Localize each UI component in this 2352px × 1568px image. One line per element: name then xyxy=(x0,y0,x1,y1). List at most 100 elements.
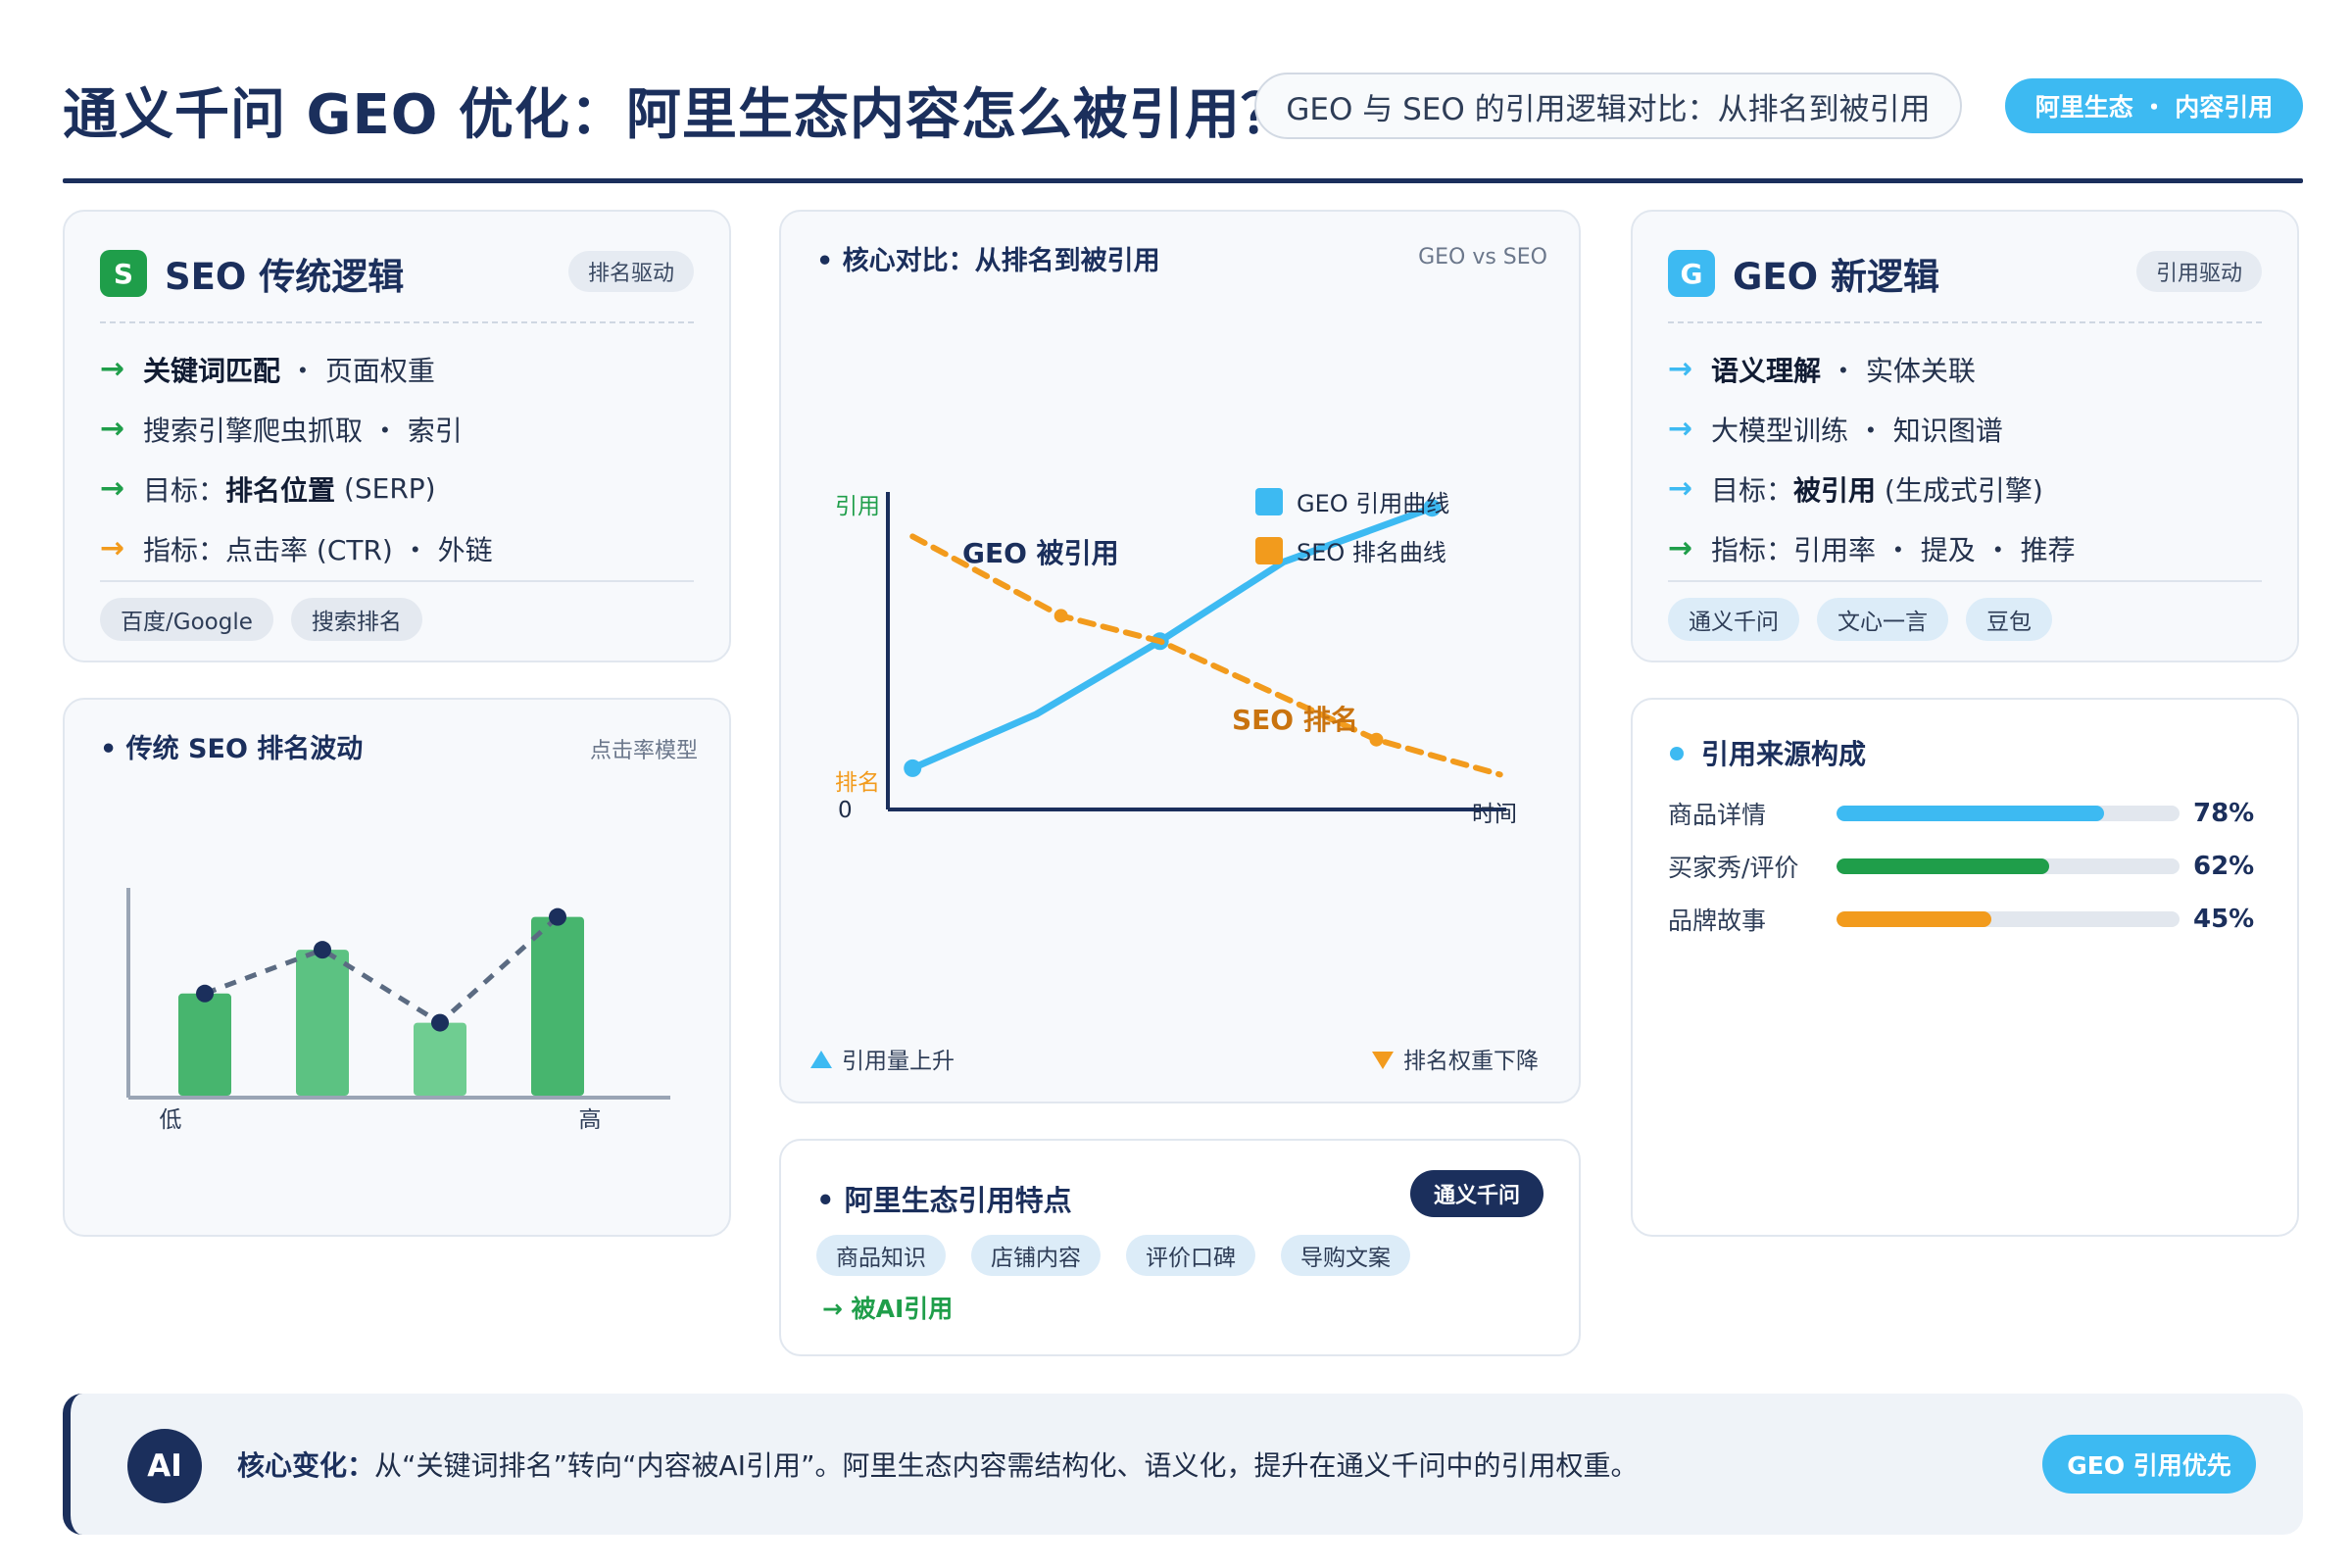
annotation-seo: SEO 排名 xyxy=(1232,704,1358,736)
ecosystem-tag[interactable]: 阿里生态 ・ 内容引用 xyxy=(2005,78,2303,133)
bullet-bold: 排名位置 xyxy=(225,473,336,507)
bullet-bold: 被引用 xyxy=(1793,473,1877,507)
seo-ranking-line xyxy=(909,533,1503,778)
bullet-prefix: 目标： xyxy=(1711,473,1794,507)
divider xyxy=(100,321,694,323)
tongyi-badge[interactable]: 通义千问 xyxy=(1409,1170,1544,1217)
tag-chip[interactable]: 百度/Google xyxy=(100,598,273,641)
compare-card: • 核心对比：从排名到被引用 GEO vs SEO 引用 排名 0 时间 GEO… xyxy=(779,210,1581,1103)
bar xyxy=(414,1022,466,1096)
bullet-text: (SERP) xyxy=(335,472,436,505)
arrow-right-icon: → xyxy=(100,412,125,446)
list-item: → 搜索引擎爬虫抓取 ・ 索引 xyxy=(100,399,493,459)
source-bar-fill xyxy=(1837,806,2104,821)
seo-bar-chart: 低 高 xyxy=(126,888,670,1133)
triangle-down-icon xyxy=(1372,1052,1394,1069)
seo-bullet-list: → 关键词匹配 ・ 页面权重 → 搜索引擎爬虫抓取 ・ 索引 → 目标： 排名位… xyxy=(100,339,493,578)
y-label-bottom: 排名 xyxy=(835,770,880,796)
data-point xyxy=(549,907,566,926)
source-bar-fill xyxy=(1837,911,1991,927)
y-label-top: 引用 xyxy=(835,494,880,519)
geo-priority-button[interactable]: GEO 引用优先 xyxy=(2042,1435,2256,1494)
foot-right-label: 排名权重下降 xyxy=(1403,1049,1539,1074)
source-label: 买家秀/评价 xyxy=(1668,854,1799,882)
source-label: 品牌故事 xyxy=(1668,906,1767,935)
legend-swatch-seo xyxy=(1255,537,1283,564)
x-tick-label: 低 xyxy=(160,1107,182,1133)
arrow-right-icon: → xyxy=(1668,531,1693,565)
legend-swatch-geo xyxy=(1255,488,1283,515)
legend: GEO 引用曲线 SEO 排名曲线 xyxy=(1255,488,1449,566)
list-item: → 大模型训练 ・ 知识图谱 xyxy=(1668,399,2076,459)
legend-label-seo: SEO 排名曲线 xyxy=(1297,539,1446,566)
divider xyxy=(100,580,694,582)
bar xyxy=(178,993,231,1096)
list-item: → 关键词匹配 ・ 页面权重 xyxy=(100,339,493,399)
source-value: 45% xyxy=(2193,905,2255,934)
seo-driver-chip: 排名驱动 xyxy=(567,251,694,292)
list-item: → 指标：引用率 ・ 提及 ・ 推荐 xyxy=(1668,518,2076,578)
header-divider xyxy=(63,178,2303,183)
list-item: → 指标：点击率 (CTR) ・ 外链 xyxy=(100,518,493,578)
source-row: 买家秀/评价 62% xyxy=(1668,847,2254,886)
divider xyxy=(1668,321,2262,323)
bullet-text: 指标：引用率 ・ 提及 ・ 推荐 xyxy=(1711,533,2076,566)
source-label: 商品详情 xyxy=(1668,801,1767,829)
arrow-right-icon: → xyxy=(100,352,125,386)
data-point xyxy=(904,759,922,777)
list-item: → 目标： 排名位置 (SERP) xyxy=(100,459,493,518)
footer-banner: AI 核心变化：从“关键词排名”转向“内容被AI引用”。阿里生态内容需结构化、语… xyxy=(63,1394,2303,1535)
seo-ranking-card: • 传统 SEO 排名波动 点击率模型 低 高 xyxy=(63,698,731,1237)
data-point xyxy=(196,984,214,1003)
tag-chip[interactable]: 豆包 xyxy=(1966,598,2052,641)
bullet-text: ・ 页面权重 xyxy=(280,354,435,387)
footer-lead: 核心变化： xyxy=(237,1449,375,1482)
legend-label-geo: GEO 引用曲线 xyxy=(1297,490,1449,517)
bullet-bold: 语义理解 xyxy=(1711,354,1822,387)
ai-cited-label: → 被AI引用 xyxy=(822,1295,954,1323)
foot-left-label: 引用量上升 xyxy=(842,1049,955,1074)
source-row: 商品详情 78% xyxy=(1668,794,2254,833)
trend-line xyxy=(204,914,560,1026)
ali-chip-row: 商品知识 店铺内容 评价口碑 导购文案 xyxy=(816,1235,1436,1276)
bar xyxy=(531,916,584,1096)
source-value: 62% xyxy=(2193,852,2255,881)
seo-tag-row: 百度/Google 搜索排名 xyxy=(100,598,440,641)
data-point xyxy=(1369,732,1384,747)
bullet-bold: 关键词匹配 xyxy=(143,354,281,387)
content-chip[interactable]: 商品知识 xyxy=(816,1235,946,1276)
list-item: → 语义理解 ・ 实体关联 xyxy=(1668,339,2076,399)
subtitle-pill: GEO 与 SEO 的引用逻辑对比：从排名到被引用 xyxy=(1254,73,1962,139)
bullet-text: 搜索引擎爬虫抓取 ・ 索引 xyxy=(143,414,463,447)
x-tick-label: 高 xyxy=(579,1107,602,1133)
source-row: 品牌故事 45% xyxy=(1668,900,2254,939)
content-chip[interactable]: 导购文案 xyxy=(1281,1235,1410,1276)
geo-bullet-list: → 语义理解 ・ 实体关联 → 大模型训练 ・ 知识图谱 → 目标： 被引用 (… xyxy=(1668,339,2076,578)
ali-feature-card: • 阿里生态引用特点 通义千问 商品知识 店铺内容 评价口碑 导购文案 → 被A… xyxy=(779,1139,1581,1356)
content-chip[interactable]: 评价口碑 xyxy=(1126,1235,1255,1276)
arrow-right-icon: → xyxy=(100,471,125,506)
x-label: 时间 xyxy=(1472,802,1517,827)
tag-chip[interactable]: 文心一言 xyxy=(1817,598,1948,641)
tag-chip[interactable]: 搜索排名 xyxy=(290,598,422,641)
source-bar-track xyxy=(1837,858,2180,874)
ai-icon: AI xyxy=(127,1429,202,1503)
geo-card-title: GEO 新逻辑 xyxy=(1733,256,1939,298)
bullet-text: ・ 实体关联 xyxy=(1821,354,1976,387)
bullet-text: 指标：点击率 (CTR) ・ 外链 xyxy=(143,533,493,566)
arrow-right-icon: → xyxy=(1668,471,1693,506)
content-chip[interactable]: 店铺内容 xyxy=(971,1235,1101,1276)
tag-chip[interactable]: 通义千问 xyxy=(1668,598,1799,641)
bullet-dot-icon xyxy=(1670,747,1684,760)
arrow-right-icon: → xyxy=(1668,352,1693,386)
sources-title: 引用来源构成 xyxy=(1701,738,1867,770)
bullet-text: (生成式引擎) xyxy=(1876,473,2043,507)
page-title: 通义千问 GEO 优化：阿里生态内容怎么被引用？ xyxy=(63,83,1297,147)
divider xyxy=(1668,580,2262,582)
source-bar-track xyxy=(1837,806,2180,821)
arrow-right-icon: → xyxy=(1668,412,1693,446)
seo-badge-icon: S xyxy=(100,250,147,297)
footer-body: 从“关键词排名”转向“内容被AI引用”。阿里生态内容需结构化、语义化，提升在通义… xyxy=(374,1449,1639,1482)
origin-label: 0 xyxy=(838,798,853,823)
ali-card-title: • 阿里生态引用特点 xyxy=(816,1184,1072,1217)
